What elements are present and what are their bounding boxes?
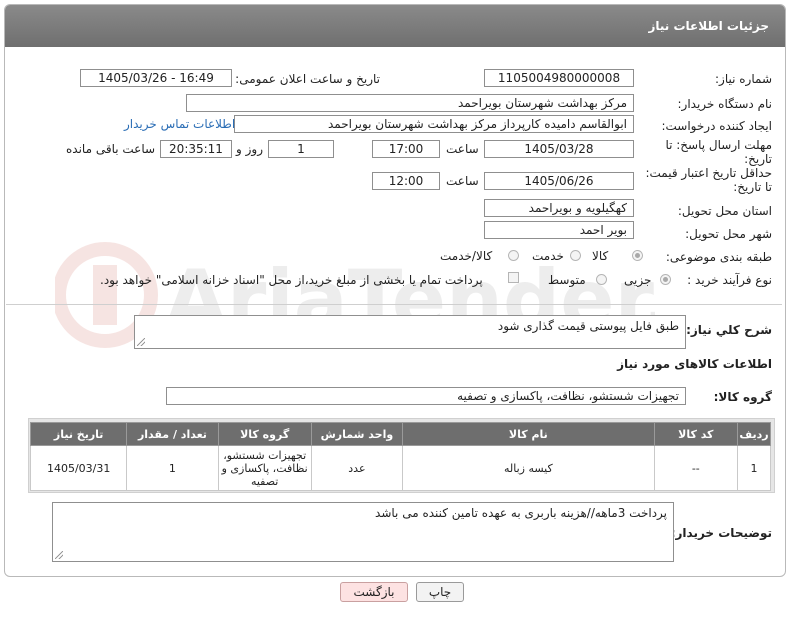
purchase-minor-radio[interactable] bbox=[660, 274, 671, 285]
back-button[interactable]: بازگشت bbox=[340, 582, 408, 602]
price-validity-label: حداقل تاریخ اعتبار قیمت: تا تاریخ: bbox=[645, 166, 772, 194]
announce-datetime-value: 1405/03/26 - 16:49 bbox=[80, 69, 232, 87]
remaining-time-value: 20:35:11 bbox=[160, 140, 232, 158]
description-text: طبق فایل پیوستی قیمت گذاری شود bbox=[497, 319, 679, 333]
col-date-header: تاریخ نیاز bbox=[29, 422, 128, 446]
purchase-medium-label: متوسط bbox=[548, 273, 586, 287]
reply-days-label: روز و bbox=[236, 142, 263, 156]
print-button[interactable]: چاپ bbox=[416, 582, 464, 602]
cell-group: تجهیزات شستشو، نظافت، پاکسازی و تصفیه bbox=[217, 445, 312, 491]
col-unit-header: واحد شمارش bbox=[310, 422, 404, 446]
treasury-payment-note: پرداخت تمام یا بخشی از مبلغ خرید،از محل … bbox=[100, 273, 483, 287]
buyer-org-value: مرکز بهداشت شهرستان بویراحمد bbox=[186, 94, 634, 112]
purchase-minor-label: جزیی bbox=[624, 273, 652, 287]
goods-section-title: اطلاعات کالاهای مورد نیاز bbox=[617, 357, 772, 371]
province-value: کهگیلویه و بویراحمد bbox=[484, 199, 634, 217]
province-label: استان محل تحویل: bbox=[677, 204, 772, 218]
price-validity-time-label: ساعت bbox=[446, 174, 479, 188]
col-name-header: نام کالا bbox=[402, 422, 655, 446]
description-textarea[interactable]: طبق فایل پیوستی قیمت گذاری شود bbox=[134, 315, 686, 349]
category-service-radio[interactable] bbox=[570, 250, 581, 261]
remaining-time-label: ساعت باقی مانده bbox=[66, 142, 156, 156]
requester-label: ایجاد کننده درخواست: bbox=[661, 119, 772, 133]
purchase-medium-radio[interactable] bbox=[596, 274, 607, 285]
reply-deadline-date: 1405/03/28 bbox=[484, 140, 634, 158]
buyer-notes-textarea[interactable]: پرداخت 3ماهه//هزینه باربری به عهده تامین… bbox=[52, 502, 674, 562]
need-number-label: شماره نیاز: bbox=[715, 72, 772, 86]
resize-handle[interactable] bbox=[137, 338, 145, 346]
description-label: شرح کلي نیاز: bbox=[686, 323, 772, 337]
buyer-contact-link[interactable]: اطلاعات تماس خریدار bbox=[124, 117, 235, 131]
cell-date: 1405/03/31 bbox=[29, 445, 128, 491]
cell-qty: 1 bbox=[126, 445, 219, 491]
price-validity-date: 1405/06/26 bbox=[484, 172, 634, 190]
reply-deadline-label: مهلت ارسال پاسخ: تا تاریخ: bbox=[665, 138, 772, 166]
resize-handle[interactable] bbox=[55, 551, 63, 559]
cell-unit: عدد bbox=[310, 445, 404, 491]
category-goods-service-radio[interactable] bbox=[508, 250, 519, 261]
city-label: شهر محل تحویل: bbox=[685, 227, 772, 241]
cell-code: -- bbox=[653, 445, 738, 491]
price-validity-time: 12:00 bbox=[372, 172, 440, 190]
buyer-org-label: نام دستگاه خریدار: bbox=[677, 97, 773, 111]
col-group-header: گروه کالا bbox=[217, 422, 312, 446]
col-code-header: کد کالا bbox=[653, 422, 738, 446]
goods-group-label: گروه کالا: bbox=[713, 390, 772, 404]
reply-days-value: 1 bbox=[268, 140, 334, 158]
category-goods-radio[interactable] bbox=[632, 250, 643, 261]
cell-row: 1 bbox=[736, 445, 772, 491]
cell-name: کیسه زباله bbox=[402, 445, 655, 491]
buyer-notes-text: پرداخت 3ماهه//هزینه باربری به عهده تامین… bbox=[375, 506, 667, 520]
goods-group-value: تجهیزات شستشو، نظافت، پاکسازی و تصفیه bbox=[166, 387, 686, 405]
need-number-value: 1105004980000008 bbox=[484, 69, 634, 87]
col-qty-header: تعداد / مقدار bbox=[126, 422, 219, 446]
table-row: 1 -- کیسه زباله عدد تجهیزات شستشو، نظافت… bbox=[29, 445, 772, 491]
category-goods-service-label: کالا/خدمت bbox=[440, 249, 493, 263]
buyer-notes-label: توضیحات خریدار: bbox=[670, 526, 772, 540]
treasury-payment-checkbox[interactable] bbox=[508, 272, 519, 283]
category-service-label: خدمت bbox=[532, 249, 564, 263]
purchase-type-label: نوع فرآیند خرید : bbox=[687, 273, 772, 287]
panel-title: جزئیات اطلاعات نیاز bbox=[5, 5, 785, 47]
reply-deadline-time: 17:00 bbox=[372, 140, 440, 158]
city-value: بویر احمد bbox=[484, 221, 634, 239]
col-row-header: ردیف bbox=[736, 422, 772, 446]
items-table: ردیف کد کالا نام کالا واحد شمارش گروه کا… bbox=[29, 422, 772, 491]
reply-time-label: ساعت bbox=[446, 142, 479, 156]
divider bbox=[6, 304, 782, 305]
requester-value: ابوالقاسم دامیده کارپرداز مرکز بهداشت شه… bbox=[234, 115, 634, 133]
announce-datetime-label: تاریخ و ساعت اعلان عمومی: bbox=[235, 72, 380, 86]
category-label: طبقه بندی موضوعی: bbox=[665, 250, 772, 264]
category-goods-label: کالا bbox=[592, 249, 609, 263]
